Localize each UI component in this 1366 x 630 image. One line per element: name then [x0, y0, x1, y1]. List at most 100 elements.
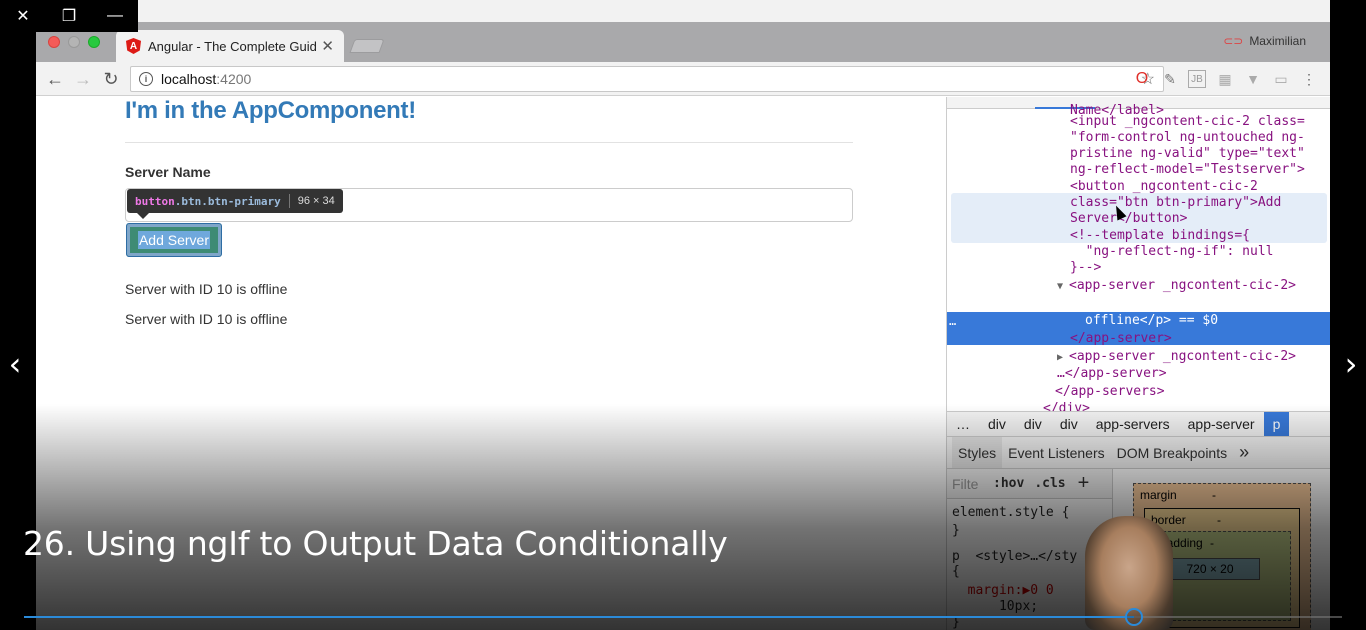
- add-server-button[interactable]: Add Server: [126, 223, 222, 257]
- dom-breadcrumb: … div div div app-servers app-server p: [947, 411, 1330, 437]
- dom-node[interactable]: pristine ng-valid" type="text": [1070, 146, 1305, 162]
- dom-node[interactable]: "form-control ng-untouched ng-: [1070, 130, 1305, 146]
- margin-label: margin: [1140, 488, 1177, 502]
- dom-node[interactable]: <input _ngcontent-cic-2 class=: [1070, 114, 1305, 130]
- style-rule-line: element.style {: [952, 505, 1070, 520]
- angular-logo-icon: A: [126, 38, 141, 54]
- dom-node[interactable]: <app-server _ngcontent-cic-2>: [1069, 278, 1296, 294]
- window-traffic-lights: [48, 36, 100, 48]
- server-status-text: Server with ID 10 is offline: [125, 311, 288, 327]
- breadcrumb-item[interactable]: app-server: [1179, 412, 1264, 436]
- next-video-icon[interactable]: ›: [1336, 345, 1366, 383]
- tab-close-icon[interactable]: ✕: [321, 37, 334, 55]
- vue-extension-icon[interactable]: ▼: [1244, 70, 1262, 88]
- box-model-content: 720 × 20: [1160, 558, 1260, 580]
- eyedropper-extension-icon[interactable]: ✎: [1161, 70, 1179, 88]
- dom-node[interactable]: </app-servers>: [1055, 384, 1165, 400]
- tooltip-size: 96 × 34: [297, 195, 335, 207]
- page-heading: I'm in the AppComponent!: [125, 97, 416, 124]
- tab-dom-breakpoints[interactable]: DOM Breakpoints: [1111, 437, 1233, 468]
- dom-node[interactable]: <button _ngcontent-cic-2: [1070, 179, 1258, 195]
- add-server-label: Add Server: [137, 231, 211, 249]
- style-property-line[interactable]: margin:▶0 0: [952, 583, 1054, 598]
- video-player: ✕ ❐ — A Angular - The Complete Guide ✕ ⊂…: [0, 0, 1366, 630]
- back-arrow-icon[interactable]: ←: [44, 68, 66, 90]
- minimize-icon[interactable]: —: [92, 0, 138, 32]
- window-minimize-icon[interactable]: [68, 36, 80, 48]
- jb-extension-icon[interactable]: JB: [1188, 70, 1206, 88]
- window-maximize-icon[interactable]: [88, 36, 100, 48]
- tab-event-listeners[interactable]: Event Listeners: [1002, 437, 1111, 468]
- dom-node[interactable]: <!--template bindings={: [1070, 228, 1250, 244]
- tab-styles[interactable]: Styles: [952, 437, 1003, 468]
- dom-node-selected[interactable]: offline</p> == $0: [1085, 313, 1218, 329]
- tab-title: Angular - The Complete Guide: [148, 38, 318, 54]
- seek-bar-handle[interactable]: [1124, 608, 1143, 626]
- style-rule-line: }: [952, 523, 960, 538]
- url-host: localhost: [161, 71, 217, 87]
- more-tabs-icon[interactable]: »: [1233, 437, 1255, 468]
- seek-bar[interactable]: [24, 608, 1342, 626]
- dom-node[interactable]: }-->: [1070, 260, 1101, 276]
- border-value: -: [1217, 513, 1221, 527]
- window-close-icon[interactable]: [48, 36, 60, 48]
- padding-value: -: [1210, 536, 1214, 550]
- dom-node-selected[interactable]: <p>Server with ID 10 is: [1085, 297, 1265, 313]
- server-status-text: Server with ID 10 is offline: [125, 281, 288, 297]
- styles-subtabs: Styles Event Listeners DOM Breakpoints »: [947, 437, 1330, 469]
- top-strip: [138, 0, 1330, 22]
- browser-toolbar: ← → ↻ i localhost :4200 ☆ O ✎ JB ▦ ▼ ▭ ⋮: [36, 62, 1330, 96]
- grid-extension-icon[interactable]: ▦: [1216, 70, 1234, 88]
- new-tab-button[interactable]: [349, 39, 385, 53]
- class-toggle[interactable]: .cls: [1034, 476, 1065, 491]
- server-name-label: Server Name: [125, 164, 211, 180]
- styles-filter-input[interactable]: Filte: [952, 476, 988, 492]
- dom-node[interactable]: …</app-server>: [1057, 366, 1167, 382]
- menu-icon[interactable]: ⋮: [1300, 70, 1318, 88]
- dom-node[interactable]: "ng-reflect-ng-if": null: [1070, 244, 1274, 260]
- close-icon[interactable]: ✕: [0, 0, 46, 32]
- expand-arrow-icon[interactable]: ▶: [1057, 350, 1063, 366]
- browser-tab[interactable]: A Angular - The Complete Guide ✕: [116, 30, 344, 62]
- hover-state-toggle[interactable]: :hov: [993, 476, 1024, 491]
- breadcrumb-item[interactable]: div: [1051, 412, 1087, 436]
- video-title: 26. Using ngIf to Output Data Conditiona…: [23, 524, 728, 563]
- breadcrumb-item[interactable]: div: [979, 412, 1015, 436]
- elements-tree: … Name</label> <input _ngcontent-cic-2 c…: [947, 103, 1330, 416]
- restore-icon[interactable]: ❐: [46, 0, 92, 32]
- tooltip-classes: .btn.btn-primary: [174, 194, 281, 208]
- info-icon[interactable]: i: [139, 72, 153, 86]
- breadcrumb-item[interactable]: div: [1015, 412, 1051, 436]
- dom-node[interactable]: Server</button>: [1070, 211, 1187, 227]
- dom-node[interactable]: </app-server>: [1070, 331, 1172, 347]
- forward-arrow-icon[interactable]: →: [72, 68, 94, 90]
- dom-node[interactable]: class="btn btn-primary">Add: [1070, 195, 1281, 211]
- collapse-arrow-icon[interactable]: ▼: [1057, 279, 1063, 295]
- tab-bar: A Angular - The Complete Guide ✕ ⊂⊃ Maxi…: [36, 22, 1330, 62]
- node-actions-icon[interactable]: …: [949, 314, 956, 328]
- inspect-tooltip: button .btn.btn-primary 96 × 34: [127, 189, 343, 219]
- style-rule-line: {: [952, 564, 960, 579]
- breadcrumb-item[interactable]: app-servers: [1087, 412, 1179, 436]
- profile-icon: ⊂⊃: [1223, 34, 1244, 48]
- profile-button[interactable]: ⊂⊃ Maximilian: [1223, 34, 1306, 48]
- address-bar[interactable]: i localhost :4200 ☆: [130, 66, 1164, 92]
- breadcrumb-item[interactable]: …: [947, 412, 979, 436]
- previous-video-icon[interactable]: ‹: [0, 345, 30, 383]
- styles-filter-row: Filte :hov .cls +: [947, 469, 1112, 499]
- reload-icon[interactable]: ↻: [100, 68, 122, 90]
- opera-extension-icon[interactable]: O: [1133, 70, 1151, 88]
- dom-node[interactable]: <app-server _ngcontent-cic-2>: [1069, 349, 1296, 365]
- profile-name: Maximilian: [1249, 34, 1306, 48]
- url-port: :4200: [216, 71, 252, 87]
- player-window-controls: ✕ ❐ —: [0, 0, 138, 32]
- seek-bar-fill: [24, 616, 1134, 618]
- dom-node[interactable]: ng-reflect-model="Testserver">: [1070, 162, 1305, 178]
- margin-value: -: [1212, 488, 1216, 502]
- add-rule-icon[interactable]: +: [1078, 472, 1090, 495]
- box-model-padding: padding - 720 × 20: [1153, 531, 1291, 621]
- toggle-extension-icon[interactable]: ▭: [1272, 70, 1290, 88]
- divider: [125, 142, 853, 143]
- style-rule-line: p <style>…</sty: [952, 549, 1078, 564]
- breadcrumb-item-active[interactable]: p: [1263, 412, 1290, 436]
